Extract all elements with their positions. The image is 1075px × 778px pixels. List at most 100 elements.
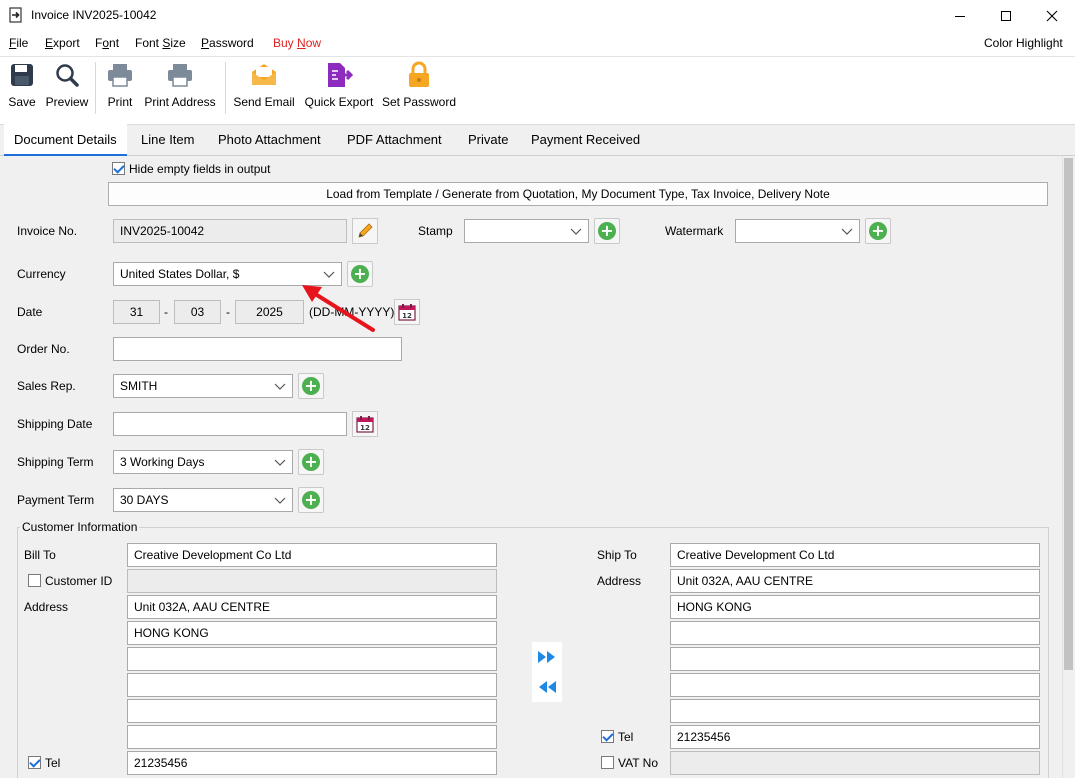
tab-private[interactable]: Private — [458, 124, 518, 156]
bill-to-label: Bill To — [24, 548, 56, 562]
sales-rep-dropdown[interactable]: SMITH — [113, 374, 293, 398]
plus-icon: + — [302, 453, 320, 471]
chevron-down-icon — [274, 497, 286, 504]
calendar-icon: 12 — [398, 304, 416, 321]
invoice-no-label: Invoice No. — [17, 224, 78, 238]
bill-tel-checkbox[interactable] — [28, 756, 41, 769]
customer-id-checkbox[interactable] — [28, 574, 41, 587]
tab-document-details[interactable]: Document Details — [4, 124, 127, 156]
ship-address-line-4[interactable] — [670, 647, 1040, 671]
edit-invoice-no-button[interactable] — [352, 218, 378, 244]
color-highlight-menu[interactable]: Color Highlight — [984, 36, 1063, 50]
bill-to-field[interactable]: Creative Development Co Ltd — [127, 543, 497, 567]
bill-tel-field[interactable]: 21235456 — [127, 751, 497, 775]
date-label: Date — [17, 305, 43, 319]
shipping-term-dropdown[interactable]: 3 Working Days — [113, 450, 293, 474]
quick-export-button[interactable]: Quick Export — [303, 60, 375, 118]
customer-id-field[interactable] — [127, 569, 497, 593]
tab-payment-received[interactable]: Payment Received — [521, 124, 650, 156]
date-month-field[interactable]: 03 — [174, 300, 221, 324]
load-template-button[interactable]: Load from Template / Generate from Quota… — [108, 182, 1048, 206]
print-button[interactable]: Print — [102, 60, 138, 118]
stamp-label: Stamp — [418, 224, 453, 238]
menu-export[interactable]: Export — [45, 36, 80, 50]
currency-label: Currency — [17, 267, 66, 281]
date-separator: - — [164, 305, 168, 319]
date-picker-button[interactable]: 12 — [394, 299, 420, 325]
preview-label: Preview — [45, 95, 89, 109]
add-sales-rep-button[interactable]: + — [298, 373, 324, 399]
ship-to-field[interactable]: Creative Development Co Ltd — [670, 543, 1040, 567]
maximize-button[interactable] — [983, 0, 1029, 31]
toolbar-separator — [225, 62, 226, 114]
shipping-date-picker-button[interactable]: 12 — [352, 411, 378, 437]
svg-text:12: 12 — [402, 312, 412, 320]
printer-icon — [105, 60, 135, 90]
bill-address-line-6[interactable] — [127, 725, 497, 749]
plus-icon: + — [302, 377, 320, 395]
ship-address-line-5[interactable] — [670, 673, 1040, 697]
payment-term-value: 30 DAYS — [120, 493, 169, 507]
print-address-button[interactable]: Print Address — [142, 60, 218, 118]
send-email-button[interactable]: Send Email — [231, 60, 297, 118]
copy-to-ship-button[interactable] — [532, 642, 562, 672]
bill-address-line-4[interactable] — [127, 673, 497, 697]
add-watermark-button[interactable]: + — [865, 218, 891, 244]
chevron-down-icon — [274, 383, 286, 390]
bill-address-line-2[interactable]: HONG KONG — [127, 621, 497, 645]
order-no-field[interactable] — [113, 337, 402, 361]
invoice-no-field[interactable]: INV2025-10042 — [113, 219, 347, 243]
menu-font[interactable]: Font — [95, 36, 119, 50]
send-email-label: Send Email — [233, 95, 295, 109]
stamp-dropdown[interactable] — [464, 219, 589, 243]
email-icon — [249, 60, 279, 90]
chevron-down-icon — [841, 228, 853, 235]
save-button[interactable]: Save — [4, 60, 40, 118]
close-button[interactable] — [1029, 0, 1075, 31]
shipping-date-field[interactable] — [113, 412, 347, 436]
preview-button[interactable]: Preview — [43, 60, 91, 118]
bill-tel-label: Tel — [45, 756, 61, 770]
copy-to-bill-button[interactable] — [532, 672, 562, 702]
tab-pdf-attachment[interactable]: PDF Attachment — [337, 124, 452, 156]
lock-icon — [404, 60, 434, 90]
payment-term-dropdown[interactable]: 30 DAYS — [113, 488, 293, 512]
add-shipping-term-button[interactable]: + — [298, 449, 324, 475]
watermark-dropdown[interactable] — [735, 219, 860, 243]
chevron-down-icon — [274, 459, 286, 466]
shipping-term-label: Shipping Term — [17, 455, 94, 469]
ship-address-line-1[interactable]: Unit 032A, AAU CENTRE — [670, 569, 1040, 593]
bill-address-line-3[interactable] — [127, 647, 497, 671]
add-stamp-button[interactable]: + — [594, 218, 620, 244]
date-day-field[interactable]: 31 — [113, 300, 160, 324]
bill-address-line-1[interactable]: Unit 032A, AAU CENTRE — [127, 595, 497, 619]
vat-no-field[interactable] — [670, 751, 1040, 775]
menu-password[interactable]: Password — [201, 36, 254, 50]
bill-address-line-5[interactable] — [127, 699, 497, 723]
order-no-label: Order No. — [17, 342, 70, 356]
bill-address-label: Address — [24, 600, 69, 614]
ship-tel-field[interactable]: 21235456 — [670, 725, 1040, 749]
hide-empty-checkbox[interactable] — [112, 162, 125, 175]
customer-info-title: Customer Information — [20, 520, 140, 534]
currency-value: United States Dollar, $ — [120, 267, 240, 281]
add-payment-term-button[interactable]: + — [298, 487, 324, 513]
menu-file[interactable]: File — [9, 36, 28, 50]
menu-buy-now[interactable]: Buy Now — [273, 36, 321, 50]
title-bar — [0, 0, 1075, 31]
export-icon — [324, 60, 354, 90]
sales-rep-label: Sales Rep. — [17, 379, 76, 393]
set-password-button[interactable]: Set Password — [380, 60, 458, 118]
minimize-button[interactable] — [937, 0, 983, 31]
tab-photo-attachment[interactable]: Photo Attachment — [208, 124, 331, 156]
vat-no-checkbox[interactable] — [601, 756, 614, 769]
printer-icon — [165, 60, 195, 90]
ship-address-line-3[interactable] — [670, 621, 1040, 645]
print-address-label: Print Address — [144, 95, 216, 109]
ship-address-line-6[interactable] — [670, 699, 1040, 723]
tab-line-item[interactable]: Line Item — [131, 124, 204, 156]
ship-tel-checkbox[interactable] — [601, 730, 614, 743]
scrollbar-thumb[interactable] — [1064, 158, 1073, 670]
menu-font-size[interactable]: Font Size — [135, 36, 186, 50]
ship-address-line-2[interactable]: HONG KONG — [670, 595, 1040, 619]
